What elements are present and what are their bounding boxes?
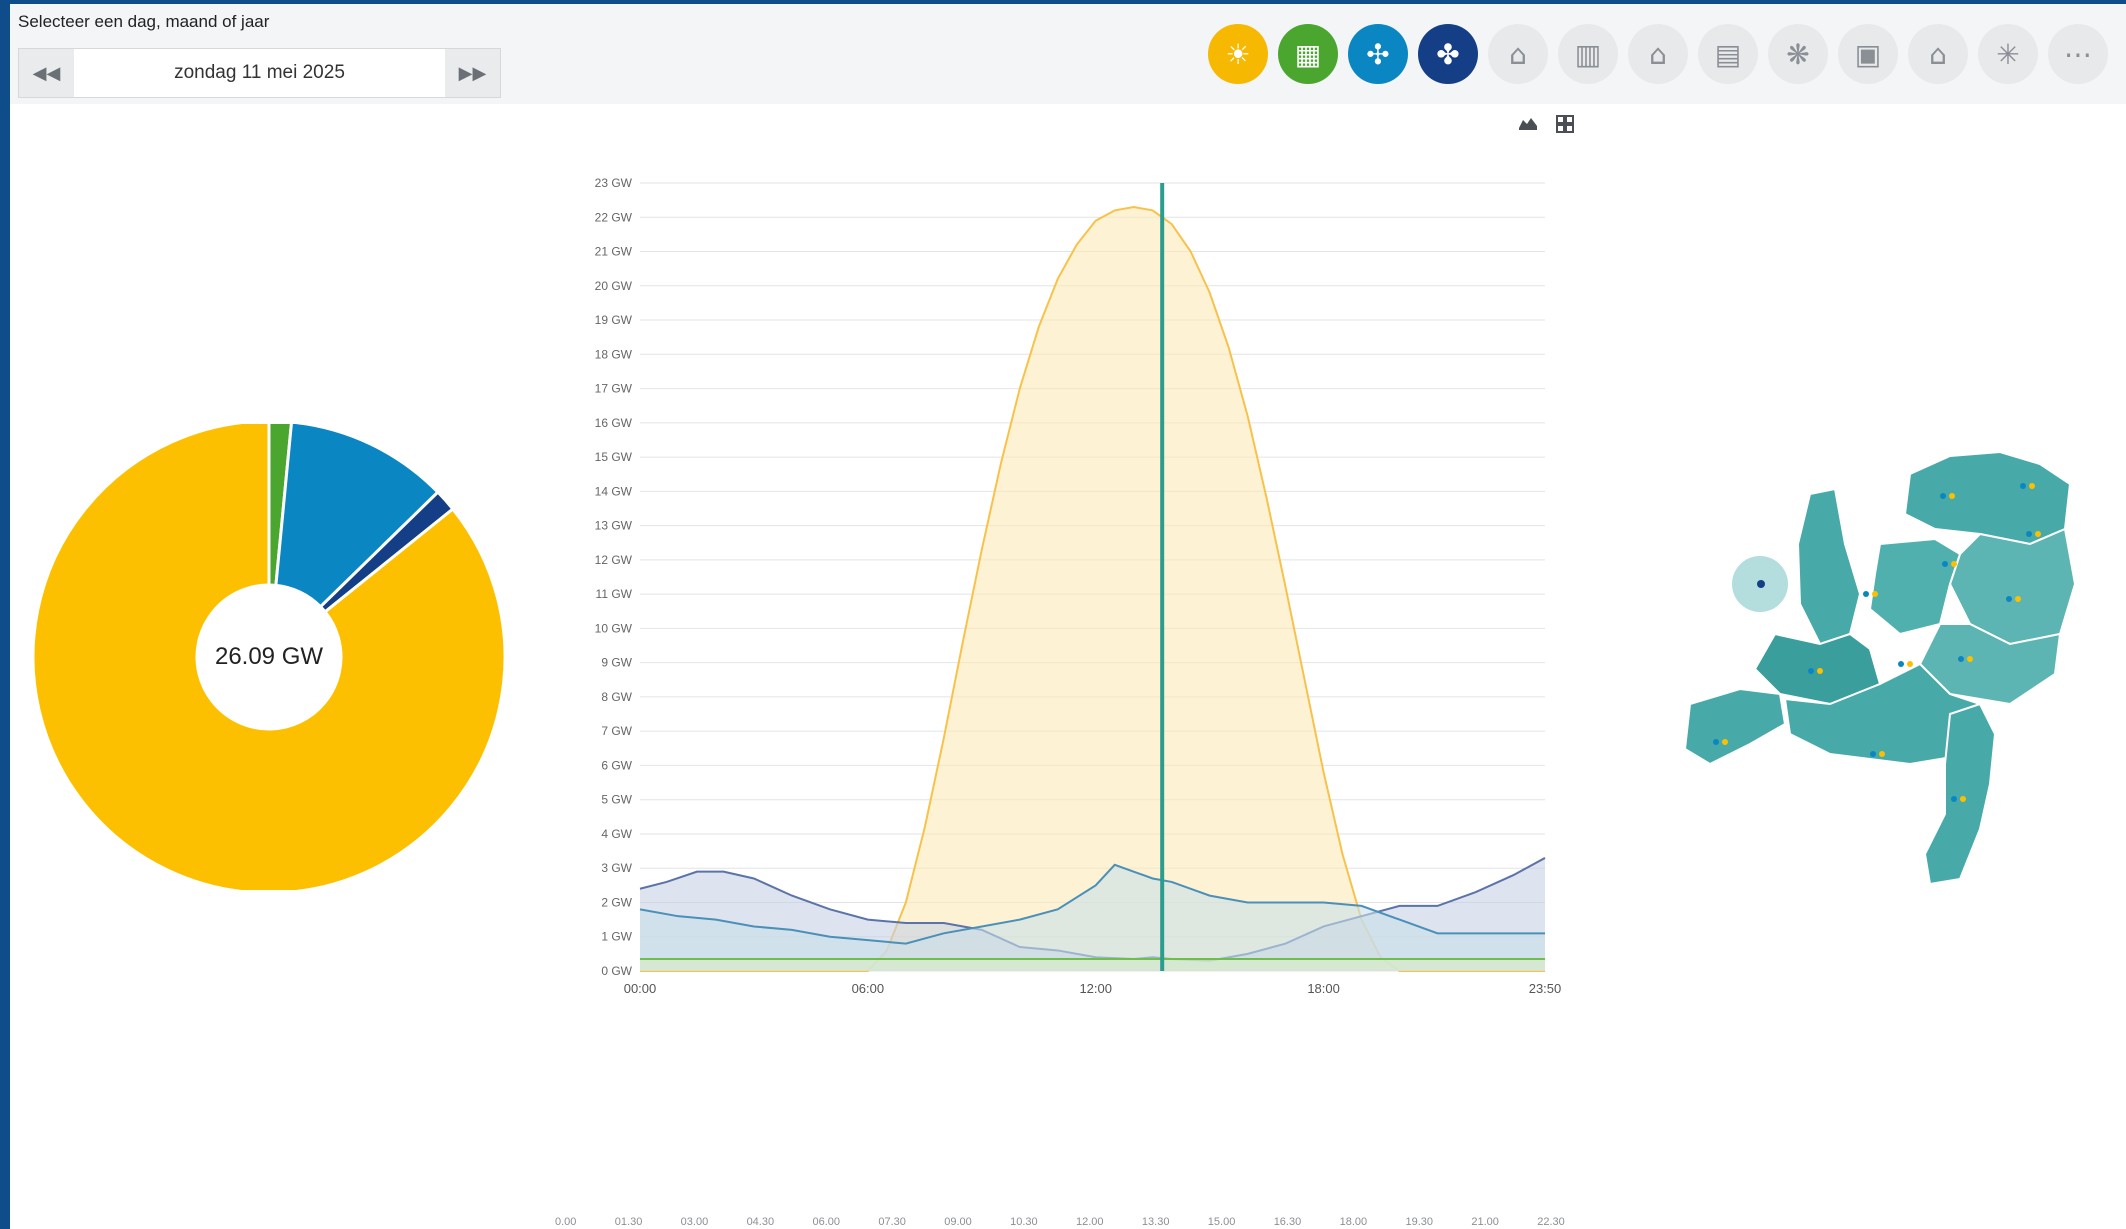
y-tick-label: 15 GW: [595, 450, 633, 464]
y-tick-label: 1 GW: [601, 930, 632, 944]
time-tick[interactable]: 21.00: [1471, 1216, 1499, 1228]
filter-button-industry[interactable]: ▤: [1698, 24, 1758, 84]
x-tick-label: 18:00: [1307, 981, 1340, 996]
time-tick[interactable]: 10.30: [1010, 1216, 1038, 1228]
map-svg: [1683, 450, 2077, 886]
time-tick[interactable]: 12.00: [1076, 1216, 1104, 1228]
app-frame: Selecteer een dag, maand of jaar ◀◀ zond…: [10, 4, 2126, 1229]
time-tick[interactable]: 18.00: [1340, 1216, 1368, 1228]
y-tick-label: 5 GW: [601, 793, 632, 807]
time-tick[interactable]: 16.30: [1274, 1216, 1302, 1228]
map-view-icon[interactable]: [1517, 114, 1539, 132]
smart-meter-icon: ✳: [1996, 37, 2020, 71]
filter-button-wind-turbine[interactable]: ✣: [1348, 24, 1408, 84]
filter-button-offshore-wind[interactable]: ✤: [1418, 24, 1478, 84]
x-tick-label: 23:50: [1529, 981, 1562, 996]
province-zeeland[interactable]: [1683, 687, 1787, 766]
filter-button-factory[interactable]: ▥: [1558, 24, 1618, 84]
y-tick-label: 19 GW: [595, 313, 633, 327]
current-date[interactable]: zondag 11 mei 2025: [74, 49, 445, 97]
x-tick-label: 06:00: [852, 981, 885, 996]
filter-button-fuel-pump[interactable]: ▣: [1838, 24, 1898, 84]
time-tick[interactable]: 13.30: [1142, 1216, 1170, 1228]
fuel-pump-icon: ▣: [1854, 37, 1882, 71]
y-tick-label: 17 GW: [595, 382, 633, 396]
y-tick-label: 6 GW: [601, 758, 632, 772]
y-tick-label: 13 GW: [595, 519, 633, 533]
time-tick[interactable]: 06.00: [812, 1216, 840, 1228]
next-day-button[interactable]: ▶▶: [445, 49, 500, 97]
series-area-3: [640, 959, 1545, 971]
filter-button-biomass[interactable]: ❋: [1768, 24, 1828, 84]
y-tick-label: 21 GW: [595, 245, 633, 259]
home-energy-icon: ⌂: [1929, 37, 1947, 71]
y-tick-label: 3 GW: [601, 861, 632, 875]
y-tick-label: 9 GW: [601, 656, 632, 670]
time-scrubber-ticks[interactable]: 0.00 01.30 03.00 04.30 06.00 07.30 09.00 10.30 1…: [555, 1216, 1565, 1228]
y-tick-label: 11 GW: [596, 587, 633, 601]
y-tick-label: 18 GW: [595, 347, 633, 361]
x-tick-label: 12:00: [1079, 981, 1112, 996]
date-navigator: ◀◀ zondag 11 mei 2025 ▶▶: [18, 48, 501, 98]
series-area-0: [640, 206, 1545, 971]
filter-button-sun[interactable]: ☀: [1208, 24, 1268, 84]
industry-icon: ▤: [1714, 37, 1742, 71]
filter-button-more[interactable]: ⋯: [2048, 24, 2108, 84]
source-filter-bar: ☀ ▦ ✣ ✤ ⌂ ▥ ⌂ ▤ ❋ ▣ ⌂ ✳ ⋯: [1208, 24, 2108, 84]
previous-day-button[interactable]: ◀◀: [19, 49, 74, 97]
wind-turbine-icon: ✣: [1366, 37, 1390, 71]
donut-svg: [31, 419, 507, 895]
time-tick[interactable]: 04.30: [747, 1216, 775, 1228]
y-tick-label: 7 GW: [601, 724, 632, 738]
time-tick[interactable]: 22.30: [1537, 1216, 1565, 1228]
grid-view-icon[interactable]: [1555, 114, 1575, 134]
time-tick[interactable]: 0.00: [555, 1216, 576, 1228]
filter-button-house[interactable]: ⌂: [1488, 24, 1548, 84]
sun-icon: ☀: [1225, 37, 1251, 71]
province-noord-holland[interactable]: [1796, 487, 1862, 646]
province-flevoland-utrecht[interactable]: [1868, 537, 1962, 636]
filter-button-house-fire[interactable]: ⌂: [1628, 24, 1688, 84]
time-tick[interactable]: 01.30: [615, 1216, 643, 1228]
y-tick-label: 23 GW: [595, 176, 633, 190]
filter-button-smart-meter[interactable]: ✳: [1978, 24, 2038, 84]
solar-panel-icon: ▦: [1294, 37, 1322, 71]
time-tick[interactable]: 19.30: [1405, 1216, 1433, 1228]
offshore-marker: [1757, 580, 1765, 588]
house-icon: ⌂: [1509, 37, 1527, 71]
view-toggle: [1517, 114, 1575, 134]
offshore-wind-icon: ✤: [1436, 37, 1460, 71]
time-tick[interactable]: 07.30: [878, 1216, 906, 1228]
time-tick[interactable]: 03.00: [681, 1216, 709, 1228]
date-select-label: Selecteer een dag, maand of jaar: [18, 12, 270, 31]
y-tick-label: 0 GW: [601, 964, 632, 978]
time-tick[interactable]: 09.00: [944, 1216, 972, 1228]
y-tick-label: 22 GW: [595, 210, 633, 224]
toolbar: Selecteer een dag, maand of jaar ◀◀ zond…: [10, 4, 2126, 104]
chart-svg: 0 GW 1 GW 2 GW 3 GW 4 GW 5 GW 6 GW 7 GW 8 GW 9 GW…: [595, 176, 1562, 996]
province-groningen-friesland[interactable]: [1903, 450, 2072, 546]
y-tick-label: 12 GW: [595, 553, 633, 567]
time-tick[interactable]: 15.00: [1208, 1216, 1236, 1228]
more-icon: ⋯: [2064, 37, 2092, 71]
y-tick-label: 16 GW: [595, 416, 633, 430]
house-fire-icon: ⌂: [1649, 37, 1667, 71]
y-tick-label: 2 GW: [601, 895, 632, 909]
source-donut-chart: 26.09 GW: [26, 419, 512, 895]
filter-button-home-energy[interactable]: ⌂: [1908, 24, 1968, 84]
biomass-icon: ❋: [1786, 37, 1810, 71]
power-area-chart: 0 GW 1 GW 2 GW 3 GW 4 GW 5 GW 6 GW 7 GW 8 GW 9 GW…: [570, 169, 1570, 1169]
factory-icon: ▥: [1574, 37, 1602, 71]
netherlands-map: [1680, 434, 2100, 894]
y-tick-label: 20 GW: [595, 279, 633, 293]
filter-button-solar-panel[interactable]: ▦: [1278, 24, 1338, 84]
y-tick-label: 4 GW: [601, 827, 632, 841]
x-tick-label: 00:00: [624, 981, 657, 996]
y-tick-label: 14 GW: [595, 484, 633, 498]
y-tick-label: 8 GW: [601, 690, 632, 704]
y-tick-label: 10 GW: [595, 621, 633, 635]
